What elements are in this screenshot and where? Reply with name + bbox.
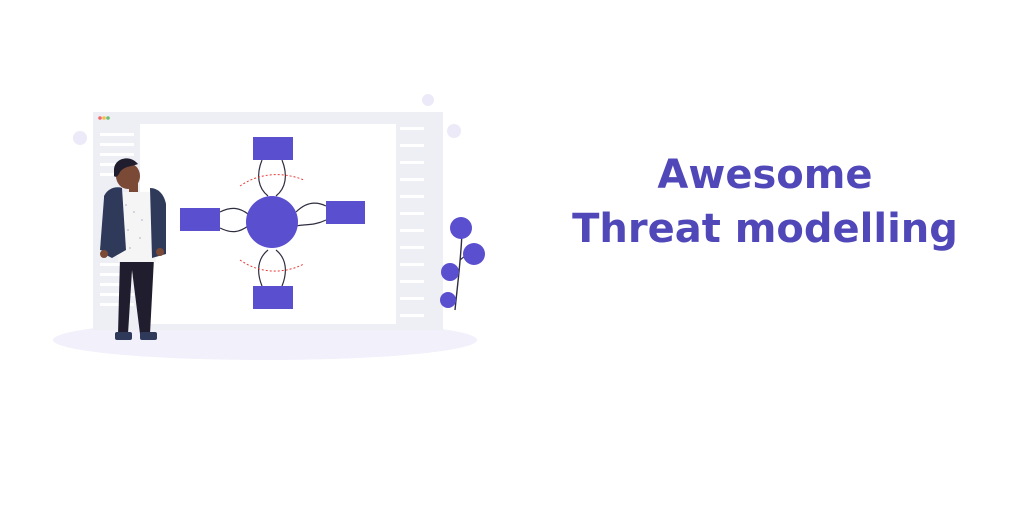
- page-title: Awesome Threat modelling: [530, 148, 1000, 256]
- title-line-2: Threat modelling: [572, 206, 958, 252]
- banner: Awesome Threat modelling: [0, 0, 1024, 512]
- title-line-1: Awesome: [657, 152, 873, 198]
- decor-circle: [447, 124, 461, 138]
- entity-box-right: [326, 201, 365, 224]
- entity-box-top: [253, 137, 293, 160]
- entity-box-bottom: [253, 286, 293, 309]
- plant: [440, 217, 485, 311]
- decor-circle: [422, 94, 434, 106]
- window-dot-red: [98, 116, 102, 120]
- window-dot-green: [106, 116, 110, 120]
- window-dot-yellow: [102, 116, 106, 120]
- process-node: [246, 196, 298, 248]
- decor-circle: [73, 131, 87, 145]
- entity-box-left: [180, 208, 220, 231]
- threat-model-illustration: [53, 94, 485, 360]
